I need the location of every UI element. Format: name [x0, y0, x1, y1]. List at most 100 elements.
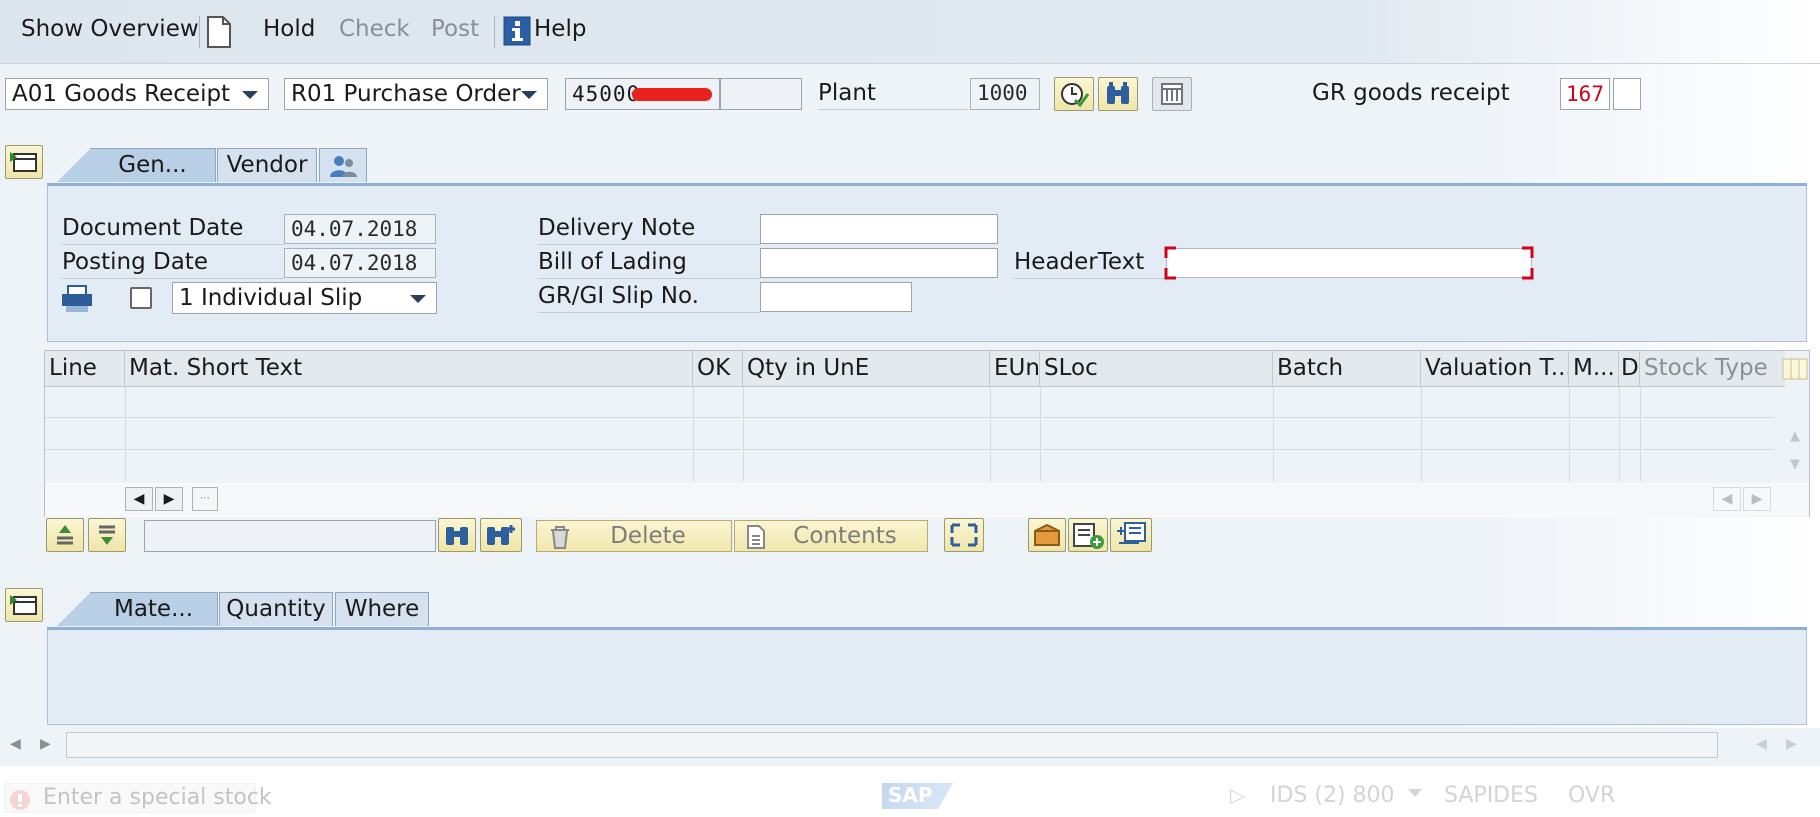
collapse-header-button[interactable] [5, 145, 43, 179]
gr-gi-slip-field[interactable] [760, 282, 912, 312]
page-scroll-thumb[interactable] [66, 732, 1718, 758]
system-info[interactable]: IDS (2) 800 [1270, 783, 1395, 808]
find-button[interactable] [1098, 77, 1138, 111]
posting-date-field[interactable]: 04.07.2018 [284, 248, 436, 278]
toolbar-separator [199, 16, 200, 48]
check-button[interactable]: Check [339, 16, 410, 42]
po-item-field[interactable] [720, 78, 802, 110]
movement-type-value: 167 [1566, 82, 1604, 106]
reference-doc-dropdown[interactable]: R01 Purchase Order [284, 78, 548, 110]
table-settings-icon [1161, 83, 1183, 105]
grid-search-field[interactable] [144, 520, 436, 552]
scroll-left-button[interactable]: ◀ [125, 487, 153, 511]
posting-date-value: 04.07.2018 [291, 251, 418, 275]
expand-button[interactable] [944, 518, 984, 552]
chevron-down-icon[interactable] [1408, 789, 1422, 797]
table-row[interactable] [45, 387, 1775, 418]
hold-button[interactable]: Hold [263, 16, 315, 42]
info-icon[interactable] [503, 16, 531, 46]
new-document-icon[interactable] [206, 15, 232, 49]
document-date-field[interactable]: 04.07.2018 [284, 214, 436, 244]
grid-body [45, 387, 1775, 483]
tab-quantity[interactable]: Quantity [219, 592, 333, 626]
transaction-dropdown[interactable]: A01 Goods Receipt [5, 78, 269, 110]
column-d[interactable]: D [1619, 351, 1640, 387]
trash-icon [551, 526, 569, 549]
special-stock-field[interactable] [1613, 78, 1641, 110]
tab-material[interactable]: Mate... [90, 592, 218, 626]
application-toolbar: Show Overview Hold Check Post Help [0, 0, 1820, 64]
help-button[interactable]: Help [534, 16, 586, 42]
server-name: SAPIDES [1444, 783, 1538, 808]
find-in-grid-button[interactable] [438, 518, 476, 552]
clock-execute-button[interactable] [1054, 77, 1094, 111]
box-icon [1034, 523, 1060, 546]
binoculars-icon [446, 527, 468, 545]
movement-type-field[interactable]: 167 [1560, 78, 1610, 110]
settings-button[interactable] [1152, 77, 1192, 111]
printer-icon [62, 285, 92, 312]
detail-panel [47, 630, 1807, 725]
chevron-down-icon [521, 91, 537, 99]
stock-overview-button[interactable] [1028, 518, 1066, 552]
find-next-icon [487, 525, 515, 545]
table-row[interactable] [45, 451, 1775, 481]
column-sloc[interactable]: SLoc [1040, 351, 1273, 387]
scroll-right-button[interactable]: ▶ [155, 487, 183, 511]
play-icon[interactable]: ▷ [1230, 783, 1245, 807]
post-button[interactable]: Post [431, 16, 479, 42]
status-message[interactable]: Enter a special stock [4, 783, 272, 813]
tab-partner[interactable] [319, 148, 367, 182]
scroll-left-button[interactable]: ◀ [10, 736, 21, 752]
find-next-button[interactable] [480, 518, 522, 552]
select-all-icon [57, 525, 73, 545]
vertical-scroll-arrows[interactable]: ▲ ▼ [1785, 423, 1805, 479]
tab-general[interactable]: Gen... [90, 148, 216, 182]
gr-gi-slip-label: GR/GI Slip No. [538, 283, 760, 313]
delivery-note-field[interactable] [760, 214, 998, 244]
deselect-all-button[interactable] [88, 518, 126, 552]
column-batch[interactable]: Batch [1273, 351, 1421, 387]
table-row[interactable] [45, 419, 1775, 450]
scroll-left-button[interactable]: ◀ [1756, 736, 1767, 752]
column-ok[interactable]: OK [693, 351, 743, 387]
panel-toggle-icon [10, 152, 37, 172]
status-bar: Enter a special stock SAP ▷ IDS (2) 800 … [0, 783, 1820, 817]
column-config-icon[interactable] [1781, 357, 1809, 381]
copy-item-button[interactable] [1110, 518, 1152, 552]
scroll-right-button[interactable]: ▶ [1743, 487, 1771, 511]
tab-where[interactable]: Where [335, 592, 429, 626]
redaction-mark [632, 88, 712, 101]
column-m[interactable]: M... [1569, 351, 1619, 387]
sap-logo: SAP [882, 783, 956, 809]
select-all-button[interactable] [46, 518, 84, 552]
column-mat-short-text[interactable]: Mat. Short Text [125, 351, 693, 387]
document-date-label: Document Date [62, 215, 284, 245]
header-text-field[interactable] [1164, 246, 1534, 280]
scroll-right-button[interactable]: ▶ [1786, 736, 1797, 752]
column-valuation-type[interactable]: Valuation T... [1421, 351, 1569, 387]
collapse-detail-button[interactable] [5, 588, 43, 622]
column-line[interactable]: Line [45, 351, 125, 387]
plant-field[interactable]: 1000 [970, 78, 1040, 110]
show-overview-button[interactable]: Show Overview [21, 16, 199, 42]
scroll-thumb[interactable]: ⋯ [192, 487, 218, 511]
add-row-icon [1073, 523, 1104, 549]
add-item-button[interactable] [1068, 518, 1108, 552]
column-stock-type[interactable]: Stock Type [1640, 351, 1785, 387]
tab-vendor[interactable]: Vendor [217, 148, 317, 182]
scroll-left-button[interactable]: ◀ [1713, 487, 1741, 511]
contents-button[interactable]: Contents [734, 520, 928, 552]
bill-of-lading-field[interactable] [760, 248, 998, 278]
slip-type-dropdown[interactable]: 1 Individual Slip [172, 282, 437, 314]
slip-type-value: 1 Individual Slip [179, 285, 363, 311]
chevron-down-icon [410, 295, 426, 303]
scroll-right-button[interactable]: ▶ [40, 736, 51, 752]
column-qty-in-une[interactable]: Qty in UnE [743, 351, 990, 387]
print-checkbox[interactable] [130, 287, 152, 309]
delete-button[interactable]: Delete [536, 520, 732, 552]
expand-icon [950, 523, 978, 547]
column-eun[interactable]: EUn [990, 351, 1040, 387]
toolbar-separator [494, 16, 495, 48]
insert-mode[interactable]: OVR [1568, 783, 1615, 808]
